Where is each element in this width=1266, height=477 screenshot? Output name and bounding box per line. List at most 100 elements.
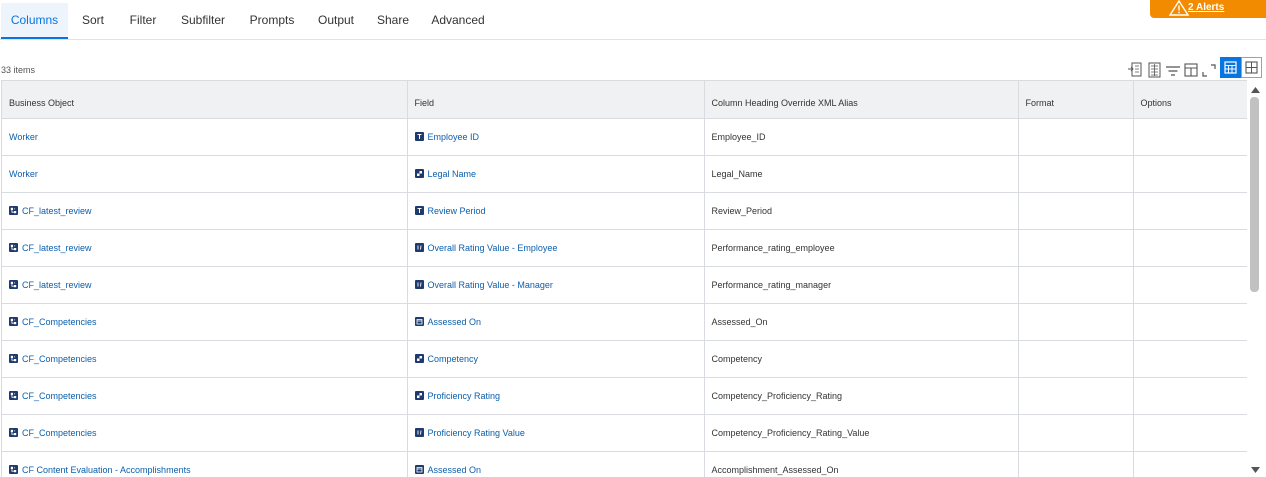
column-header-alias[interactable]: Column Heading Override XML Alias: [704, 81, 1019, 119]
tab-output[interactable]: Output: [313, 3, 359, 39]
item-count: 33 items: [1, 65, 36, 75]
field-link[interactable]: Overall Rating Value - Employee: [428, 243, 558, 253]
cell-alias[interactable]: Performance_rating_manager: [704, 266, 1019, 304]
scroll-up-arrow-icon[interactable]: [1251, 83, 1260, 97]
cell-options[interactable]: [1133, 155, 1247, 193]
table-row[interactable]: CF_Competencies Assessed On Assessed_On: [2, 303, 1247, 341]
business-object-link[interactable]: CF_Competencies: [22, 428, 97, 438]
cell-alias[interactable]: Accomplishment_Assessed_On: [704, 451, 1019, 477]
tab-advanced[interactable]: Advanced: [428, 3, 488, 39]
related-object-icon: [9, 427, 18, 437]
cell-options[interactable]: [1133, 340, 1247, 378]
tab-subfilter[interactable]: Subfilter: [176, 3, 230, 39]
field-link[interactable]: Overall Rating Value - Manager: [428, 280, 553, 290]
field-link[interactable]: Competency: [428, 354, 479, 364]
instance-field-icon: [414, 353, 424, 363]
cell-alias[interactable]: Competency_Proficiency_Rating_Value: [704, 414, 1019, 452]
business-object-link[interactable]: CF_latest_review: [22, 280, 92, 290]
export-pdf-icon[interactable]: [1146, 60, 1164, 80]
alerts-button[interactable]: 2 Alerts: [1150, 0, 1266, 18]
column-header-field[interactable]: Field: [407, 81, 705, 119]
table-row[interactable]: CF_Competencies Proficiency Rating Value C…: [2, 414, 1247, 452]
alerts-label[interactable]: 2 Alerts: [1188, 2, 1224, 13]
column-header-format[interactable]: Format: [1018, 81, 1134, 119]
grid-header-row: Business Object Field Column Heading Ove…: [2, 81, 1247, 119]
field-link[interactable]: Review Period: [428, 206, 486, 216]
cell-format[interactable]: [1018, 340, 1134, 378]
business-object-link[interactable]: Worker: [9, 132, 38, 142]
grid-view-button[interactable]: [1241, 57, 1262, 78]
cell-options[interactable]: [1133, 451, 1247, 477]
table-row[interactable]: Worker Legal Name Legal_Name: [2, 155, 1247, 193]
cell-business-object: Worker: [2, 118, 408, 156]
related-object-icon: [9, 390, 18, 400]
columns-grid: Business Object Field Column Heading Ove…: [1, 80, 1247, 477]
related-object-icon: [9, 464, 18, 474]
table-row[interactable]: CF_Competencies Competency Competency: [2, 340, 1247, 378]
cell-format[interactable]: [1018, 155, 1134, 193]
cell-alias[interactable]: Performance_rating_employee: [704, 229, 1019, 267]
cell-options[interactable]: [1133, 266, 1247, 304]
cell-options[interactable]: [1133, 118, 1247, 156]
cell-options[interactable]: [1133, 192, 1247, 230]
tab-share[interactable]: Share: [373, 3, 413, 39]
cell-format[interactable]: [1018, 229, 1134, 267]
cell-format[interactable]: [1018, 377, 1134, 415]
table-row[interactable]: CF_latest_review Overall Rating Value - E…: [2, 229, 1247, 267]
table-view-button[interactable]: [1220, 57, 1241, 78]
cell-format[interactable]: [1018, 303, 1134, 341]
filter-icon[interactable]: [1164, 60, 1182, 80]
cell-alias[interactable]: Employee_ID: [704, 118, 1019, 156]
cell-alias[interactable]: Legal_Name: [704, 155, 1019, 193]
tab-prompts[interactable]: Prompts: [244, 3, 300, 39]
table-row[interactable]: Worker Employee ID Employee_ID: [2, 118, 1247, 156]
table-row[interactable]: CF_latest_review Review Period Review_Peri…: [2, 192, 1247, 230]
column-header-business-object[interactable]: Business Object: [2, 81, 408, 119]
export-excel-icon[interactable]: [1126, 60, 1144, 80]
business-object-link[interactable]: CF_latest_review: [22, 206, 92, 216]
fullscreen-icon[interactable]: [1200, 60, 1218, 80]
cell-options[interactable]: [1133, 414, 1247, 452]
cell-alias[interactable]: Competency_Proficiency_Rating: [704, 377, 1019, 415]
numeric-field-icon: [414, 279, 424, 289]
cell-format[interactable]: [1018, 192, 1134, 230]
grid-view-icon: [1242, 61, 1261, 80]
scrollbar-thumb[interactable]: [1250, 97, 1259, 292]
table-row[interactable]: CF Content Evaluation - Accomplishments A…: [2, 451, 1247, 477]
cell-alias[interactable]: Assessed_On: [704, 303, 1019, 341]
cell-alias[interactable]: Review_Period: [704, 192, 1019, 230]
tab-sort[interactable]: Sort: [76, 3, 110, 39]
cell-options[interactable]: [1133, 377, 1247, 415]
vertical-scrollbar[interactable]: [1248, 80, 1266, 477]
field-link[interactable]: Assessed On: [428, 317, 482, 327]
business-object-link[interactable]: CF Content Evaluation - Accomplishments: [22, 465, 191, 475]
field-link[interactable]: Proficiency Rating: [428, 391, 501, 401]
cell-format[interactable]: [1018, 414, 1134, 452]
scroll-down-arrow-icon[interactable]: [1251, 463, 1260, 477]
related-object-icon: [9, 205, 18, 215]
column-header-options[interactable]: Options: [1133, 81, 1247, 119]
tab-columns[interactable]: Columns: [1, 3, 68, 39]
business-object-link[interactable]: Worker: [9, 169, 38, 179]
business-object-link[interactable]: CF_latest_review: [22, 243, 92, 253]
cell-business-object: CF_latest_review: [2, 229, 408, 267]
business-object-link[interactable]: CF_Competencies: [22, 317, 97, 327]
table-row[interactable]: CF_Competencies Proficiency Rating Compete…: [2, 377, 1247, 415]
tab-filter[interactable]: Filter: [124, 3, 162, 39]
business-object-link[interactable]: CF_Competencies: [22, 354, 97, 364]
cell-options[interactable]: [1133, 303, 1247, 341]
text-field-icon: [414, 131, 424, 141]
cell-format[interactable]: [1018, 118, 1134, 156]
table-row[interactable]: CF_latest_review Overall Rating Value - M…: [2, 266, 1247, 304]
field-link[interactable]: Legal Name: [428, 169, 477, 179]
cell-format[interactable]: [1018, 451, 1134, 477]
business-object-link[interactable]: CF_Competencies: [22, 391, 97, 401]
cell-business-object: CF_Competencies: [2, 414, 408, 452]
field-link[interactable]: Proficiency Rating Value: [428, 428, 525, 438]
field-link[interactable]: Employee ID: [428, 132, 480, 142]
field-link[interactable]: Assessed On: [428, 465, 482, 475]
cell-format[interactable]: [1018, 266, 1134, 304]
cell-options[interactable]: [1133, 229, 1247, 267]
cell-alias[interactable]: Competency: [704, 340, 1019, 378]
column-chooser-icon[interactable]: [1182, 60, 1200, 80]
